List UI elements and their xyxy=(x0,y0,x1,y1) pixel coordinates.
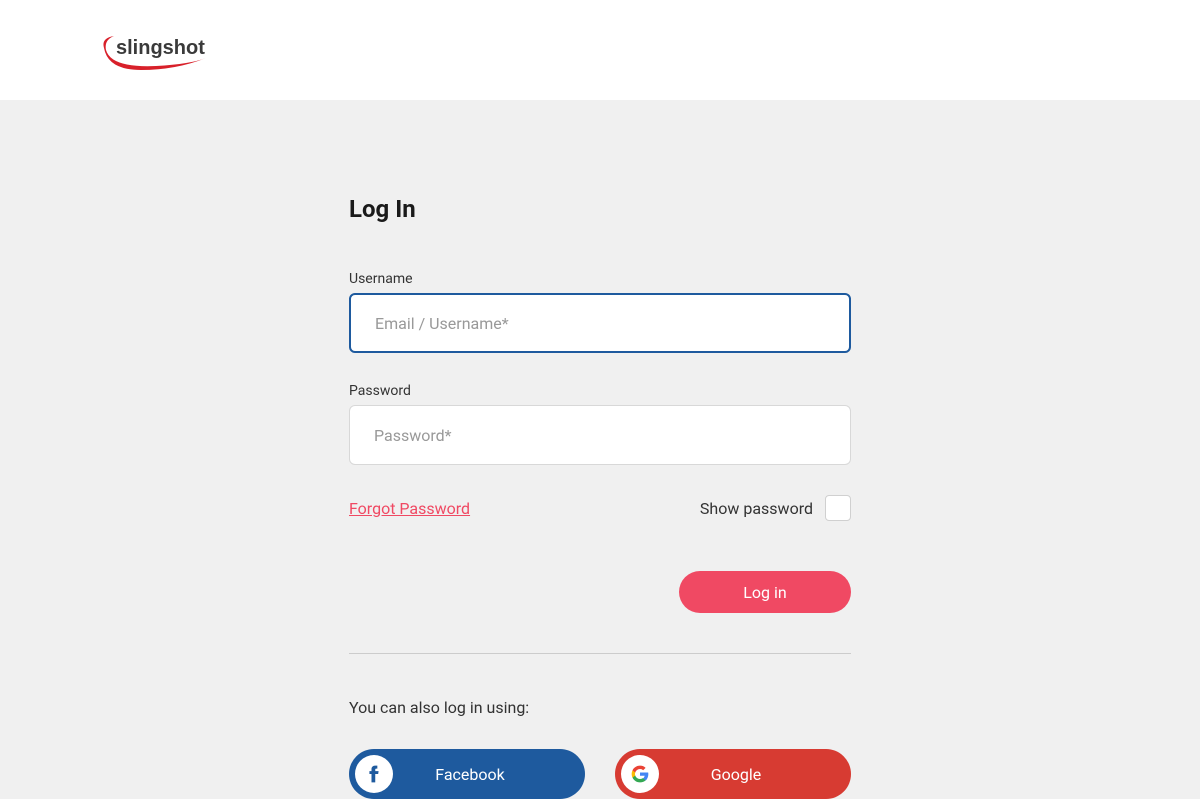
facebook-login-button[interactable]: Facebook xyxy=(349,749,585,799)
google-icon xyxy=(621,755,659,793)
username-group: Username xyxy=(349,271,851,353)
header: slingshot xyxy=(0,0,1200,100)
username-label: Username xyxy=(349,271,851,287)
show-password-group: Show password xyxy=(700,495,851,521)
show-password-label: Show password xyxy=(700,499,813,518)
forgot-password-link[interactable]: Forgot Password xyxy=(349,499,470,518)
login-button-row: Log in xyxy=(349,571,851,613)
facebook-icon xyxy=(355,755,393,793)
options-row: Forgot Password Show password xyxy=(349,495,851,521)
google-label: Google xyxy=(659,765,845,784)
slingshot-logo-icon: slingshot xyxy=(96,28,216,73)
password-input[interactable] xyxy=(349,405,851,465)
google-login-button[interactable]: Google xyxy=(615,749,851,799)
login-button[interactable]: Log in xyxy=(679,571,851,613)
facebook-label: Facebook xyxy=(393,765,579,784)
username-input[interactable] xyxy=(349,293,851,353)
divider xyxy=(349,653,851,654)
social-login-label: You can also log in using: xyxy=(349,698,851,717)
login-form: Log In Username Password Forgot Password… xyxy=(349,195,851,799)
main-container: Log In Username Password Forgot Password… xyxy=(0,100,1200,799)
password-group: Password xyxy=(349,383,851,465)
show-password-checkbox[interactable] xyxy=(825,495,851,521)
svg-text:slingshot: slingshot xyxy=(116,37,205,59)
page-title: Log In xyxy=(349,195,851,223)
password-label: Password xyxy=(349,383,851,399)
brand-logo[interactable]: slingshot xyxy=(96,28,216,73)
social-buttons: Facebook Google xyxy=(349,749,851,799)
